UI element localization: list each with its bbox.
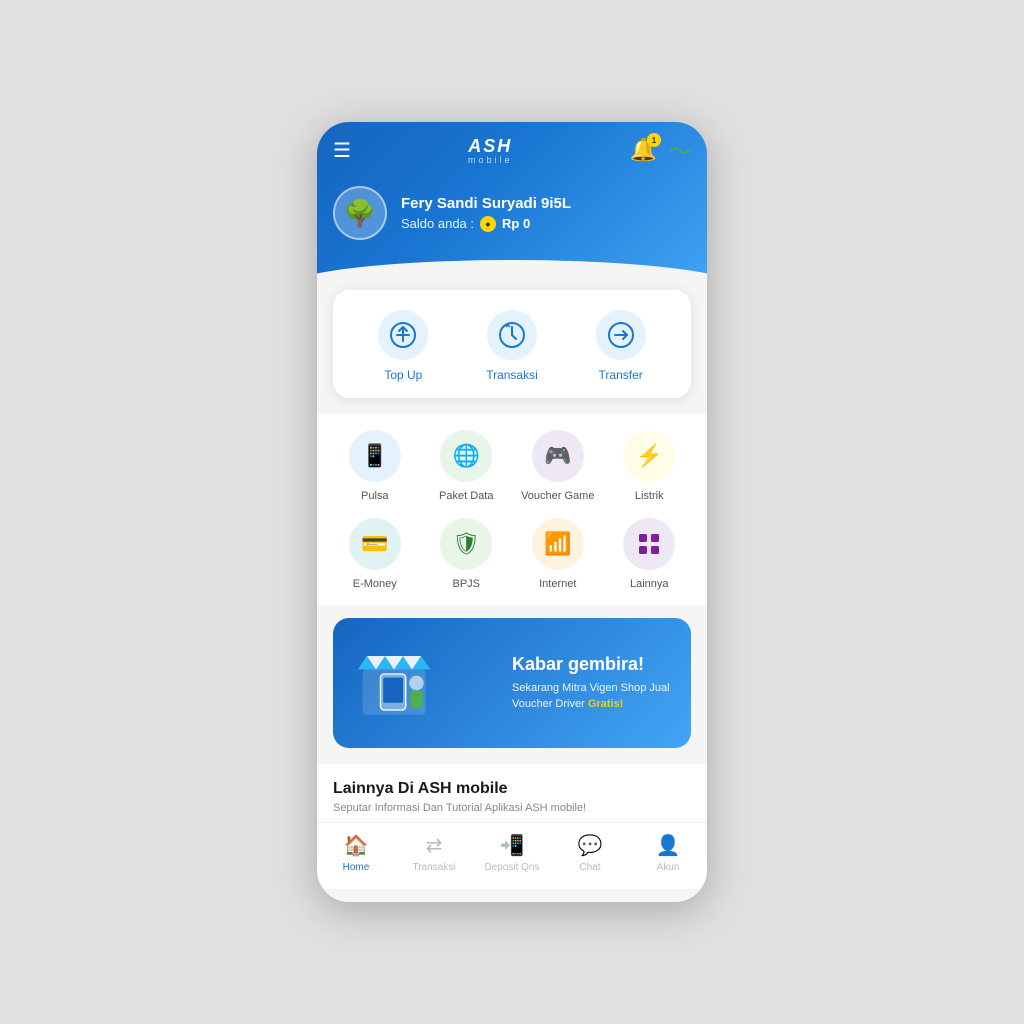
services-section: 📱 Pulsa 🌐 Paket Data 🎮 Voucher Game ⚡ Li… — [317, 414, 707, 606]
action-transfer[interactable]: Transfer — [586, 310, 656, 382]
transaksi-icon — [487, 310, 537, 360]
internet-icon: 📶 — [532, 518, 584, 570]
internet-label: Internet — [539, 578, 576, 590]
listrik-icon: ⚡ — [623, 430, 675, 482]
deposit-qris-icon: 📲 — [500, 833, 525, 858]
services-grid: 📱 Pulsa 🌐 Paket Data 🎮 Voucher Game ⚡ Li… — [333, 430, 691, 590]
voucher-game-icon: 🎮 — [532, 430, 584, 482]
nav-home[interactable]: 🏠 Home — [328, 833, 383, 873]
phone-container: ☰ ASH mobile 🔔 1 〜 🌳 — [317, 122, 707, 902]
lainnya-subtitle: Seputar Informasi Dan Tutorial Aplikasi … — [333, 802, 691, 814]
service-emoney[interactable]: 💳 E-Money — [333, 518, 417, 590]
service-listrik[interactable]: ⚡ Listrik — [608, 430, 692, 502]
transaksi-label: Transaksi — [486, 368, 538, 382]
service-internet[interactable]: 📶 Internet — [516, 518, 600, 590]
service-pulsa[interactable]: 📱 Pulsa — [333, 430, 417, 502]
lainnya-section: Lainnya Di ASH mobile Seputar Informasi … — [317, 764, 707, 822]
banner-section: Kabar gembira! Sekarang Mitra Vigen Shop… — [317, 618, 707, 748]
action-transaksi[interactable]: Transaksi — [477, 310, 547, 382]
topup-icon — [378, 310, 428, 360]
banner-title: Kabar gembira! — [512, 654, 675, 676]
lainnya-service-label: Lainnya — [630, 578, 669, 590]
banner-highlight: Gratis! — [588, 698, 623, 710]
bpjs-label: BPJS — [452, 578, 480, 590]
home-label: Home — [343, 862, 370, 873]
paket-data-icon: 🌐 — [440, 430, 492, 482]
paket-data-label: Paket Data — [439, 490, 493, 502]
pulsa-icon: 📱 — [349, 430, 401, 482]
lainnya-icon — [623, 518, 675, 570]
listrik-label: Listrik — [635, 490, 664, 502]
banner-svg — [349, 638, 439, 728]
akun-label: Akun — [657, 862, 680, 873]
nav-transaksi[interactable]: ⇄ Transaksi — [406, 833, 461, 873]
transaksi-nav-label: Transaksi — [412, 862, 455, 873]
emoney-icon: 💳 — [349, 518, 401, 570]
akun-icon: 👤 — [655, 833, 680, 858]
scroll-content: ☰ ASH mobile 🔔 1 〜 🌳 — [317, 122, 707, 822]
action-topup[interactable]: Top Up — [368, 310, 438, 382]
wave-icon: 〜 — [669, 134, 691, 166]
banner-subtitle: Sekarang Mitra Vigen Shop Jual Voucher D… — [512, 681, 675, 712]
header: ☰ ASH mobile 🔔 1 〜 🌳 — [317, 122, 707, 300]
banner-text-area: Kabar gembira! Sekarang Mitra Vigen Shop… — [512, 654, 675, 712]
hamburger-menu-icon[interactable]: ☰ — [333, 138, 351, 163]
user-name: Fery Sandi Suryadi 9i5L — [401, 195, 571, 212]
pulsa-label: Pulsa — [361, 490, 389, 502]
user-info: Fery Sandi Suryadi 9i5L Saldo anda : ● R… — [401, 195, 571, 232]
home-icon: 🏠 — [344, 833, 369, 858]
saldo-coin-icon: ● — [480, 216, 496, 232]
transaksi-nav-icon: ⇄ — [426, 833, 443, 858]
bpjs-icon: 🛡 — [440, 518, 492, 570]
avatar-icon: 🌳 — [344, 198, 376, 229]
user-section: 🌳 Fery Sandi Suryadi 9i5L Saldo anda : ●… — [333, 182, 691, 260]
nav-chat[interactable]: 💬 Chat — [562, 833, 617, 873]
quick-actions: Top Up Transaksi — [349, 310, 675, 382]
deposit-qris-label: Deposit Qris — [484, 862, 539, 873]
header-icons: 🔔 1 〜 — [630, 134, 691, 166]
notification-button[interactable]: 🔔 1 — [630, 137, 657, 163]
bottom-nav: 🏠 Home ⇄ Transaksi 📲 Deposit Qris 💬 Chat… — [317, 822, 707, 889]
banner-illustration — [349, 638, 512, 728]
service-paket-data[interactable]: 🌐 Paket Data — [425, 430, 509, 502]
saldo-label: Saldo anda : — [401, 216, 474, 231]
chat-icon: 💬 — [578, 833, 603, 858]
app-logo: ASH — [468, 136, 512, 157]
quick-actions-card: Top Up Transaksi — [333, 290, 691, 398]
nav-akun[interactable]: 👤 Akun — [640, 833, 695, 873]
banner-card[interactable]: Kabar gembira! Sekarang Mitra Vigen Shop… — [333, 618, 691, 748]
avatar: 🌳 — [333, 186, 387, 240]
header-top: ☰ ASH mobile 🔔 1 〜 — [333, 122, 691, 182]
transfer-icon — [596, 310, 646, 360]
chat-label: Chat — [579, 862, 600, 873]
service-lainnya[interactable]: Lainnya — [608, 518, 692, 590]
nav-deposit-qris[interactable]: 📲 Deposit Qris — [484, 833, 539, 873]
saldo-amount: Rp 0 — [502, 216, 530, 231]
service-voucher-game[interactable]: 🎮 Voucher Game — [516, 430, 600, 502]
service-bpjs[interactable]: 🛡 BPJS — [425, 518, 509, 590]
app-logo-sub: mobile — [468, 155, 513, 165]
saldo-row: Saldo anda : ● Rp 0 — [401, 216, 571, 232]
lainnya-title: Lainnya Di ASH mobile — [333, 780, 691, 798]
notification-badge: 1 — [647, 133, 661, 147]
emoney-label: E-Money — [353, 578, 397, 590]
transfer-label: Transfer — [599, 368, 643, 382]
topup-label: Top Up — [384, 368, 422, 382]
voucher-game-label: Voucher Game — [521, 490, 594, 502]
